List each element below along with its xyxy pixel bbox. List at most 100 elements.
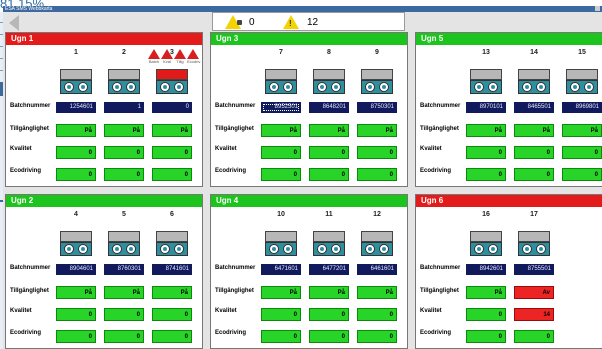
- ecodriving-cell[interactable]: 0: [309, 330, 349, 343]
- ecodriving-cell[interactable]: 0: [104, 168, 144, 181]
- quality-cell[interactable]: 0: [104, 308, 144, 321]
- availability-cell[interactable]: På: [104, 286, 144, 299]
- quality-cell[interactable]: 0: [56, 308, 96, 321]
- ecodriving-cell[interactable]: 0: [466, 330, 506, 343]
- oven-icon[interactable]: [313, 69, 345, 94]
- ecodriving-cell[interactable]: 0: [261, 168, 301, 181]
- panel-title[interactable]: Ugn 1: [6, 33, 202, 45]
- batch-number-field[interactable]: 8465501: [514, 102, 554, 113]
- batch-number-field[interactable]: 8755501: [514, 264, 554, 275]
- batch-number-field[interactable]: 1: [104, 102, 144, 113]
- row-label: Ecodriving: [215, 330, 247, 336]
- ecodriving-cell[interactable]: 0: [152, 168, 192, 181]
- panel-title[interactable]: Ugn 5: [416, 33, 602, 45]
- oven-icon[interactable]: [108, 231, 140, 256]
- panel-title[interactable]: Ugn 6: [416, 195, 602, 207]
- oven-icon[interactable]: [470, 231, 502, 256]
- ecodriving-cell[interactable]: 0: [562, 168, 602, 181]
- availability-cell[interactable]: På: [466, 286, 506, 299]
- availability-cell[interactable]: På: [466, 124, 506, 137]
- window-close-icon[interactable]: [595, 6, 600, 11]
- batch-number-field[interactable]: 0: [152, 102, 192, 113]
- oven-icon[interactable]: [265, 231, 297, 256]
- availability-cell[interactable]: På: [357, 124, 397, 137]
- alarm-item[interactable]: ! 12: [283, 15, 318, 29]
- oven-icon[interactable]: [60, 69, 92, 94]
- oven-icon[interactable]: [156, 231, 188, 256]
- quality-cell[interactable]: 0: [309, 146, 349, 159]
- row-label: Batchnummer: [215, 103, 256, 109]
- ecodriving-cell[interactable]: 0: [261, 330, 301, 343]
- availability-cell[interactable]: På: [309, 124, 349, 137]
- panel-title[interactable]: Ugn 3: [211, 33, 407, 45]
- oven-icon[interactable]: [361, 69, 393, 94]
- availability-cell[interactable]: På: [514, 124, 554, 137]
- ecodriving-cell[interactable]: 0: [309, 168, 349, 181]
- ecodriving-cell[interactable]: 0: [56, 168, 96, 181]
- row-label: Batchnummer: [10, 265, 51, 271]
- availability-cell[interactable]: På: [261, 286, 301, 299]
- batch-number-field[interactable]: 8952501: [261, 102, 301, 113]
- oven-icon[interactable]: [566, 69, 598, 94]
- availability-cell[interactable]: På: [104, 124, 144, 137]
- batch-number-field[interactable]: 8760301: [104, 264, 144, 275]
- ecodriving-cell[interactable]: 0: [56, 330, 96, 343]
- panel-title[interactable]: Ugn 2: [6, 195, 202, 207]
- batch-number-field[interactable]: 8942601: [466, 264, 506, 275]
- batch-number-field[interactable]: 8741601: [152, 264, 192, 275]
- quality-cell[interactable]: 0: [466, 146, 506, 159]
- quality-cell[interactable]: 0: [514, 146, 554, 159]
- ecodriving-cell[interactable]: 0: [152, 330, 192, 343]
- oven-icon[interactable]: [108, 69, 140, 94]
- row-label: Ecodriving: [10, 330, 42, 336]
- quality-cell[interactable]: 0: [309, 308, 349, 321]
- back-arrow-icon[interactable]: [9, 15, 19, 31]
- batch-number-field[interactable]: 1254601: [56, 102, 96, 113]
- quality-cell[interactable]: 0: [104, 146, 144, 159]
- alarm-item[interactable]: 0: [225, 15, 255, 29]
- availability-cell[interactable]: På: [261, 124, 301, 137]
- quality-cell[interactable]: 0: [562, 146, 602, 159]
- batch-number-field[interactable]: 6461601: [357, 264, 397, 275]
- oven-icon[interactable]: [265, 69, 297, 94]
- quality-cell[interactable]: 0: [56, 146, 96, 159]
- oven-icon[interactable]: [518, 231, 550, 256]
- ecodriving-cell[interactable]: 0: [357, 330, 397, 343]
- quality-cell[interactable]: 0: [357, 146, 397, 159]
- ecodriving-cell[interactable]: 0: [514, 168, 554, 181]
- ecodriving-cell[interactable]: 0: [466, 168, 506, 181]
- oven-icon[interactable]: [470, 69, 502, 94]
- quality-cell[interactable]: 0: [152, 308, 192, 321]
- availability-cell[interactable]: På: [56, 124, 96, 137]
- availability-cell[interactable]: På: [309, 286, 349, 299]
- availability-cell[interactable]: Av: [514, 286, 554, 299]
- quality-cell[interactable]: 14: [514, 308, 554, 321]
- batch-number-field[interactable]: 8750301: [357, 102, 397, 113]
- availability-cell[interactable]: På: [357, 286, 397, 299]
- panel-title[interactable]: Ugn 4: [211, 195, 407, 207]
- batch-number-field[interactable]: 8970101: [466, 102, 506, 113]
- oven-icon[interactable]: [361, 231, 393, 256]
- availability-cell[interactable]: På: [56, 286, 96, 299]
- oven-icon[interactable]: [518, 69, 550, 94]
- ecodriving-cell[interactable]: 0: [514, 330, 554, 343]
- availability-cell[interactable]: På: [562, 124, 602, 137]
- batch-number-field[interactable]: 6471601: [261, 264, 301, 275]
- oven-icon[interactable]: [60, 231, 92, 256]
- quality-cell[interactable]: 0: [466, 308, 506, 321]
- oven-icon[interactable]: [156, 69, 188, 94]
- quality-cell[interactable]: 0: [261, 146, 301, 159]
- alarm-summary[interactable]: 0 ! 12: [212, 12, 405, 31]
- batch-number-field[interactable]: 8904601: [56, 264, 96, 275]
- availability-cell[interactable]: På: [152, 124, 192, 137]
- availability-cell[interactable]: På: [152, 286, 192, 299]
- quality-cell[interactable]: 0: [261, 308, 301, 321]
- quality-cell[interactable]: 0: [152, 146, 192, 159]
- ecodriving-cell[interactable]: 0: [357, 168, 397, 181]
- quality-cell[interactable]: 0: [357, 308, 397, 321]
- batch-number-field[interactable]: 8969801: [562, 102, 602, 113]
- batch-number-field[interactable]: 6477201: [309, 264, 349, 275]
- oven-icon[interactable]: [313, 231, 345, 256]
- batch-number-field[interactable]: 8648201: [309, 102, 349, 113]
- ecodriving-cell[interactable]: 0: [104, 330, 144, 343]
